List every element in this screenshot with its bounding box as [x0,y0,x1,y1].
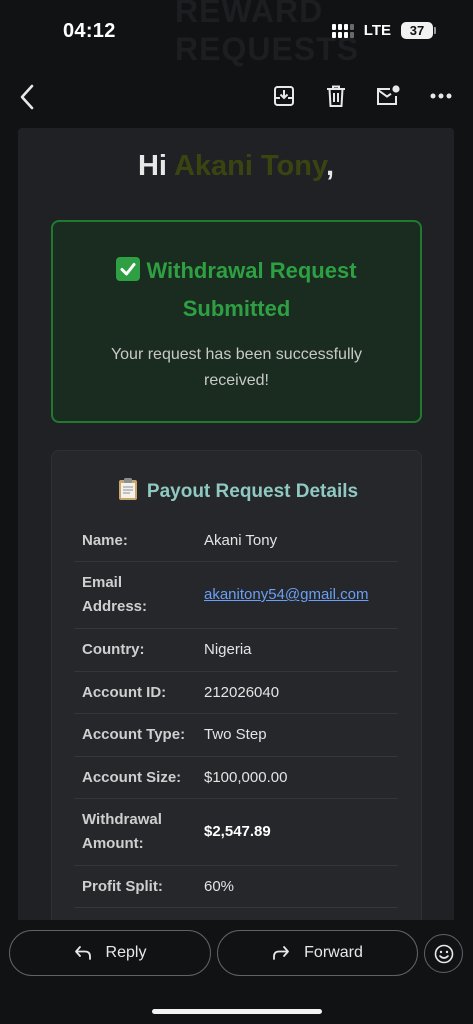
row-label: Profit Split: [82,877,163,895]
email-body: Hi Akani Tony, Withdrawal Request Submit… [18,128,454,920]
table-row: Country: Nigeria [74,629,398,672]
details-title: Payout Request Details [52,477,423,503]
row-label: Account ID: [82,683,167,701]
table-row: Account Type: Two Step [74,714,398,757]
row-label: Email Address: [82,574,148,615]
table-row: Profit Split: 60% [74,866,398,908]
details-table: Name: Akani Tony Email Address: akaniton… [74,520,398,908]
row-value: Akani Tony [204,531,278,549]
recipient-name: Akani Tony [173,150,326,182]
clipboard-icon [118,478,137,500]
signal-icon [331,23,354,38]
payout-details-card: Payout Request Details Name: Akani Tony … [51,450,422,920]
withdrawal-amount: $2,547.89 [204,823,271,840]
emoji-reaction-button[interactable] [424,934,463,973]
mark-unread-button[interactable] [375,83,401,109]
email-screen: REWARD REQUESTS 04:12 LTE 37 Hi Akani To… [0,0,473,1024]
delete-button[interactable] [323,83,349,109]
reply-label: Reply [105,944,147,961]
home-indicator[interactable] [152,1009,322,1014]
row-label: Name: [82,531,128,549]
battery-icon: 37 [401,22,436,39]
table-row: Withdrawal Amount: $2,547.89 [74,799,398,866]
back-icon [20,84,34,110]
check-mark-icon [116,257,141,281]
forward-button[interactable]: Forward [217,930,418,976]
trash-icon [327,85,345,107]
table-row: Name: Akani Tony [74,520,398,562]
success-title: Withdrawal Request Submitted [53,252,420,328]
table-row: Account Size: $100,000.00 [74,757,398,799]
forward-label: Forward [304,944,363,961]
smiley-icon [434,944,453,963]
battery-level: 37 [409,23,425,38]
row-label: Country: [82,641,145,658]
table-row: Email Address: akanitony54@gmail.com [74,562,398,629]
row-value: 212026040 [204,683,280,701]
row-value: Nigeria [204,641,252,658]
bottom-action-bar: Reply Forward [0,920,473,1024]
email-toolbar [0,64,473,128]
back-button[interactable] [12,82,42,112]
archive-icon [274,86,294,106]
network-type: LTE [363,22,391,39]
email-link[interactable]: akanitony54@gmail.com [204,583,398,607]
row-value: Two Step [204,726,267,743]
reply-button[interactable]: Reply [9,930,211,976]
status-indicators: LTE 37 [331,22,436,39]
success-banner: Withdrawal Request Submitted Your reques… [51,220,422,423]
row-label: Account Type: [82,726,186,743]
status-time: 04:12 [63,20,116,42]
success-message: Your request has been successfully recei… [110,346,363,389]
archive-button[interactable] [271,83,297,109]
more-horizontal-icon [430,93,452,99]
status-bar: REWARD REQUESTS 04:12 LTE 37 [0,0,473,67]
more-button[interactable] [428,83,454,109]
mark-unread-icon [377,85,400,105]
table-row: Account ID: 212026040 [74,672,398,714]
reply-icon [74,946,91,960]
row-value: 60% [204,877,235,895]
row-label: Withdrawal Amount: [82,811,162,852]
forward-icon [273,946,290,960]
row-value: $100,000.00 [204,768,288,786]
greeting: Hi Akani Tony, [137,150,335,182]
row-label: Account Size: [82,768,182,786]
